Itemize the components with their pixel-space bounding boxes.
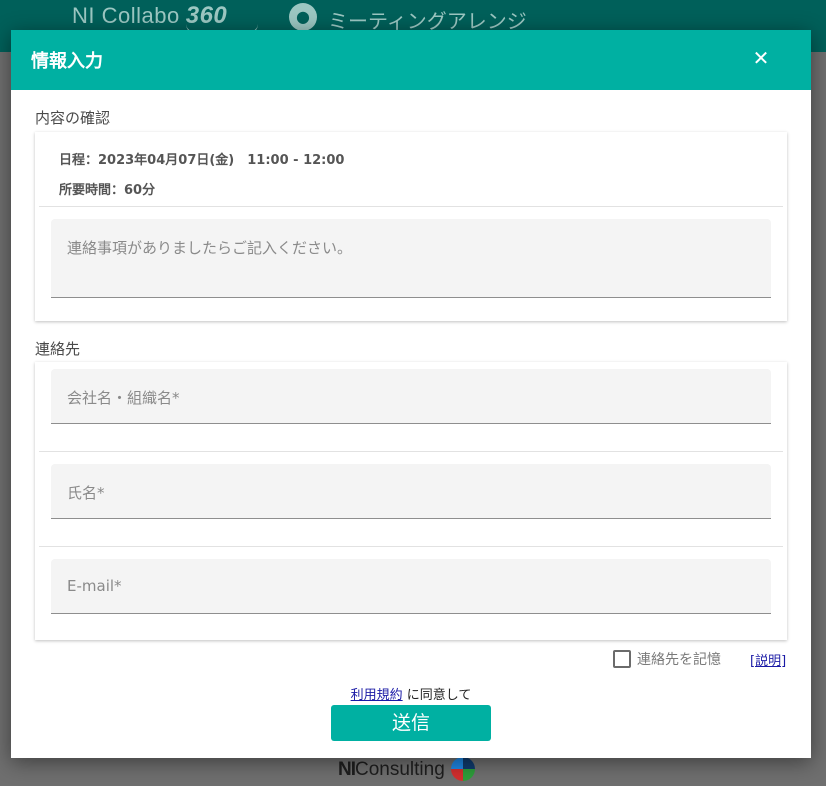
company-field-label: 会社名・組織名* [67, 389, 180, 407]
confirm-card: 日程：2023年04月07日(金) 11:00 - 12:00 所要時間：60分… [35, 132, 787, 321]
remember-contact-toggle[interactable]: 連絡先を記憶 [613, 649, 721, 669]
remember-checkbox[interactable] [613, 650, 631, 668]
close-icon: ✕ [752, 46, 770, 70]
meeting-people-icon: ● [289, 3, 317, 31]
duration-text: 所要時間：60分 [59, 183, 156, 198]
name-field-label: 氏名* [67, 484, 105, 502]
contact-section-label: 連絡先 [35, 340, 81, 358]
confirm-section-label: 内容の確認 [35, 109, 111, 127]
footer-brand-rest: Consulting [355, 759, 445, 780]
close-button[interactable]: ✕ [749, 46, 773, 70]
terms-suffix: に同意して [402, 688, 472, 703]
field-divider [39, 451, 783, 452]
schedule-text: 日程：2023年04月07日(金) 11:00 - 12:00 [59, 153, 345, 168]
contact-card: 会社名・組織名* 氏名* E-mail* [35, 362, 787, 640]
info-input-dialog: 情報入力 ✕ 内容の確認 日程：2023年04月07日(金) 11:00 - 1… [11, 30, 811, 758]
send-button[interactable]: 送信 [331, 705, 491, 741]
field-divider [39, 546, 783, 547]
terms-agreement: 利用規約 に同意して [11, 684, 811, 703]
email-field[interactable]: E-mail* [51, 559, 771, 614]
dialog-title: 情報入力 [31, 51, 103, 72]
company-field[interactable]: 会社名・組織名* [51, 369, 771, 424]
ni-consulting-mark-icon [450, 757, 475, 781]
card-divider [39, 206, 783, 207]
dialog-header: 情報入力 ✕ [11, 30, 811, 90]
message-placeholder: 連絡事項がありましたらご記入ください。 [67, 239, 353, 257]
remember-label: 連絡先を記憶 [637, 652, 721, 668]
help-link[interactable]: [説明] [750, 650, 786, 669]
brand-text: NI Collabo [72, 3, 180, 28]
footer-logo: NIConsulting [338, 757, 475, 781]
terms-link[interactable]: 利用規約 [351, 688, 403, 703]
email-field-label: E-mail* [67, 577, 122, 595]
name-field[interactable]: 氏名* [51, 464, 771, 519]
message-textarea[interactable]: 連絡事項がありましたらご記入ください。 [51, 219, 771, 298]
footer-brand-bold: NI [338, 759, 356, 780]
